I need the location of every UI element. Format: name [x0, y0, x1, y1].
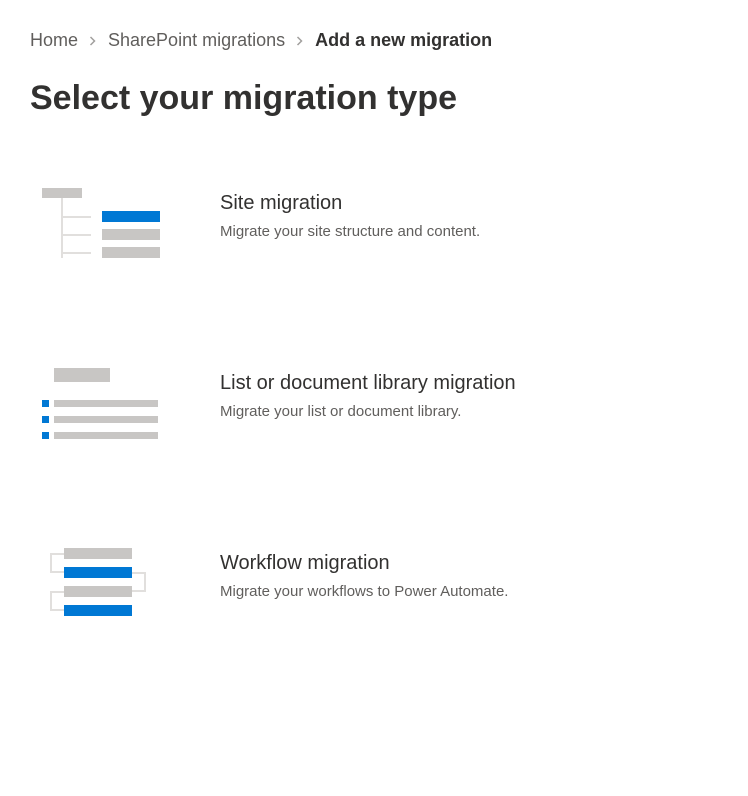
breadcrumb-current: Add a new migration [315, 30, 492, 51]
option-list-migration[interactable]: List or document library migration Migra… [30, 368, 718, 448]
site-migration-icon [42, 188, 164, 268]
option-text: Workflow migration Migrate your workflow… [220, 548, 508, 600]
option-desc: Migrate your workflows to Power Automate… [220, 583, 508, 600]
option-text: List or document library migration Migra… [220, 368, 516, 420]
option-desc: Migrate your list or document library. [220, 403, 516, 420]
breadcrumb-sharepoint-migrations[interactable]: SharePoint migrations [108, 30, 285, 51]
option-title: Workflow migration [220, 552, 508, 575]
chevron-right-icon [88, 33, 98, 49]
breadcrumb-home[interactable]: Home [30, 30, 78, 51]
breadcrumb: Home SharePoint migrations Add a new mig… [30, 30, 718, 51]
option-text: Site migration Migrate your site structu… [220, 188, 480, 240]
option-workflow-migration[interactable]: Workflow migration Migrate your workflow… [30, 548, 718, 628]
option-desc: Migrate your site structure and content. [220, 223, 480, 240]
option-title: List or document library migration [220, 372, 516, 395]
list-migration-icon [42, 368, 164, 448]
chevron-right-icon [295, 33, 305, 49]
option-site-migration[interactable]: Site migration Migrate your site structu… [30, 188, 718, 268]
workflow-migration-icon [42, 548, 164, 628]
option-title: Site migration [220, 192, 480, 215]
page-title: Select your migration type [30, 79, 718, 118]
